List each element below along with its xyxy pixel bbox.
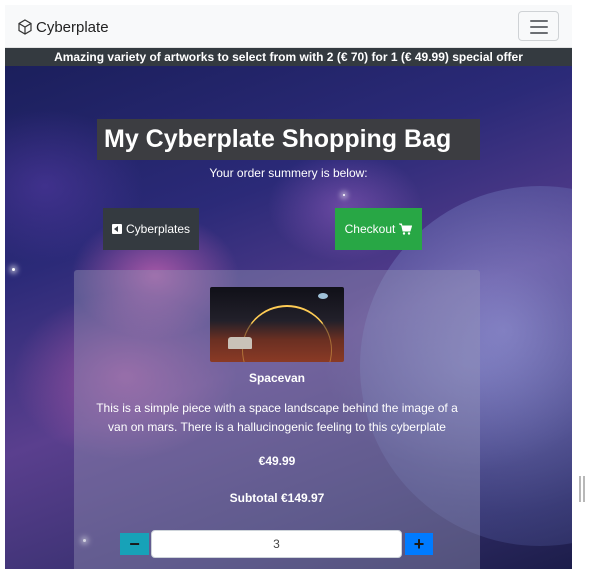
cart-item-card: Spacevan This is a simple piece with a s… [74,270,480,569]
navbar-toggle-button[interactable] [518,11,559,41]
spacevan-artwork [210,287,344,362]
item-name: Spacevan [248,371,306,385]
hamburger-menu-icon [530,20,548,22]
page-title: My Cyberplate Shopping Bag [97,119,480,160]
caret-left-square-icon [111,224,122,234]
increase-quantity-button[interactable]: + [405,533,433,555]
shopping-cart-icon [399,223,413,235]
background-star [343,194,345,196]
page-scrollbar[interactable] [572,0,597,569]
decrease-quantity-button[interactable]: − [120,533,149,555]
item-price: €49.99 [258,454,296,468]
back-to-cyberplates-button[interactable]: Cyberplates [103,208,199,250]
item-description: This is a simple piece with a space land… [96,401,458,434]
page-subtitle: Your order summery is below: [209,166,368,180]
cube-logo-icon [18,19,32,35]
brand-link[interactable]: Cyberplate [17,17,109,37]
checkout-button-label: Checkout [344,222,396,236]
brand-name: Cyberplate [36,18,109,36]
main-content: My Cyberplate Shopping Bag Your order su… [5,66,572,569]
navbar: Cyberplate [5,5,572,48]
item-subtotal: Subtotal €149.97 [229,491,325,505]
browser-viewport: Cyberplate Amazing variety of artworks t… [5,5,572,569]
promo-banner: Amazing variety of artworks to select fr… [5,48,572,66]
quantity-input[interactable] [151,530,402,558]
scrollbar-grip[interactable] [579,476,585,502]
back-button-label: Cyberplates [125,222,191,236]
background-star [12,268,15,271]
checkout-button[interactable]: Checkout [335,208,422,250]
